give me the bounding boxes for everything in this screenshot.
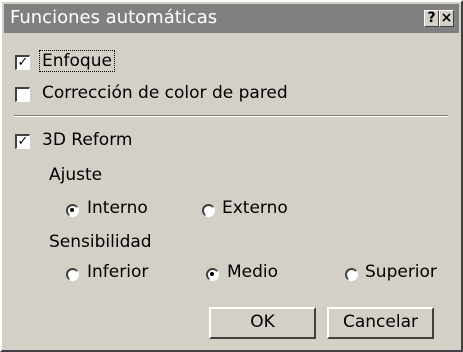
- inferior-radio[interactable]: [66, 268, 79, 281]
- cancel-button[interactable]: Cancelar: [327, 307, 434, 339]
- color-correction-checkbox[interactable]: [15, 87, 30, 102]
- ajuste-heading: Ajuste: [49, 165, 103, 185]
- color-correction-label[interactable]: Corrección de color de pared: [42, 83, 288, 103]
- title-bar: Funciones automáticas ? ×: [4, 4, 459, 33]
- separator: [14, 115, 448, 117]
- superior-label[interactable]: Superior: [365, 262, 437, 282]
- auto-functions-dialog: Funciones automáticas ? × ✓ Enfoque Corr…: [0, 0, 463, 352]
- ok-button[interactable]: OK: [209, 307, 316, 339]
- enfoque-checkbox[interactable]: ✓: [15, 55, 30, 70]
- medio-radio[interactable]: [206, 268, 219, 281]
- 3d-reform-label[interactable]: 3D Reform: [42, 130, 132, 150]
- 3d-reform-checkbox[interactable]: ✓: [15, 134, 30, 149]
- interno-radio[interactable]: [66, 204, 79, 217]
- close-button[interactable]: ×: [439, 10, 454, 27]
- interno-label[interactable]: Interno: [87, 198, 148, 218]
- inferior-label[interactable]: Inferior: [87, 262, 148, 282]
- sensibilidad-heading: Sensibilidad: [49, 232, 152, 252]
- window-title: Funciones automáticas: [10, 7, 218, 28]
- externo-label[interactable]: Externo: [222, 198, 288, 218]
- medio-label[interactable]: Medio: [227, 262, 278, 282]
- enfoque-label[interactable]: Enfoque: [39, 50, 115, 72]
- help-button[interactable]: ?: [424, 10, 439, 27]
- superior-radio[interactable]: [345, 268, 358, 281]
- externo-radio[interactable]: [202, 204, 215, 217]
